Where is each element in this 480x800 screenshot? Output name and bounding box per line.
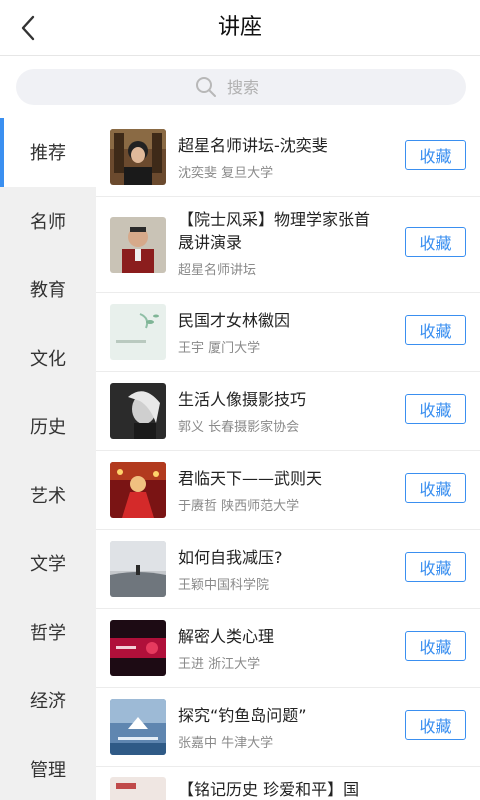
lecture-subtitle: 王颖中国科学院 <box>178 578 270 593</box>
lecture-row[interactable]: 民国才女林徽因 王宇 厦门大学 收藏 <box>96 293 480 372</box>
lecture-title: 【铭记历史 珍爱和平】国 <box>178 780 360 799</box>
category-label: 艺术 <box>30 485 66 507</box>
lecture-thumbnail <box>110 383 166 439</box>
category-label: 教育 <box>30 280 66 302</box>
category-label: 文化 <box>30 348 66 370</box>
category-sidebar: 推荐 名师 教育 文化 历史 艺术 文学 哲学 经济 管理 <box>0 118 96 800</box>
lecture-title: 民国才女林徽因 <box>178 311 291 330</box>
lecture-thumbnail <box>110 620 166 676</box>
lecture-row[interactable]: 【院士风采】物理学家张首晟讲演录 超星名师讲坛 收藏 <box>96 197 480 293</box>
lecture-title: 超星名师讲坛-沈奕斐 <box>178 136 328 155</box>
category-label: 历史 <box>30 417 66 439</box>
lecture-row[interactable]: 【铭记历史 珍爱和平】国 <box>96 767 480 800</box>
page-title: 讲座 <box>217 15 262 40</box>
lecture-thumbnail <box>110 129 166 185</box>
category-item-economics[interactable]: 经济 <box>0 666 96 735</box>
category-item-history[interactable]: 历史 <box>0 392 96 461</box>
lecture-thumbnail <box>110 699 166 755</box>
category-label: 哲学 <box>30 622 66 644</box>
lecture-thumbnail <box>110 462 166 518</box>
app-header: 讲座 <box>0 0 480 56</box>
favorite-button[interactable]: 收藏 <box>405 473 466 503</box>
lecture-subtitle: 超星名师讲坛 <box>178 263 257 278</box>
lecture-row[interactable]: 探究“钓鱼岛问题” 张嘉中 牛津大学 收藏 <box>96 688 480 767</box>
lecture-row[interactable]: 如何自我减压? 王颖中国科学院 收藏 <box>96 530 480 609</box>
lecture-title: 【院士风采】物理学家张首晟讲演录 <box>178 210 371 252</box>
category-item-education[interactable]: 教育 <box>0 255 96 324</box>
category-item-literature[interactable]: 文学 <box>0 529 96 598</box>
lecture-title: 如何自我减压? <box>178 548 283 567</box>
lecture-subtitle: 沈奕斐 复旦大学 <box>178 166 274 181</box>
lecture-thumbnail <box>110 217 166 273</box>
category-item-recommended[interactable]: 推荐 <box>0 118 96 187</box>
category-label: 经济 <box>30 691 66 713</box>
lecture-subtitle: 张嘉中 牛津大学 <box>178 736 274 751</box>
category-label: 文学 <box>30 554 66 576</box>
search-icon <box>195 76 217 98</box>
category-item-art[interactable]: 艺术 <box>0 461 96 530</box>
favorite-button[interactable]: 收藏 <box>405 140 466 170</box>
category-item-philosophy[interactable]: 哲学 <box>0 598 96 667</box>
category-label: 管理 <box>30 759 66 781</box>
lecture-thumbnail <box>110 777 166 800</box>
lecture-title: 解密人类心理 <box>178 627 275 646</box>
category-item-famous-teachers[interactable]: 名师 <box>0 187 96 256</box>
category-item-management[interactable]: 管理 <box>0 735 96 800</box>
lecture-subtitle: 郭义 长春摄影家协会 <box>178 420 300 435</box>
favorite-button[interactable]: 收藏 <box>405 227 466 257</box>
favorite-button[interactable]: 收藏 <box>405 631 466 661</box>
category-label: 推荐 <box>30 143 66 165</box>
search-input[interactable] <box>227 77 287 97</box>
favorite-button[interactable]: 收藏 <box>405 552 466 582</box>
lecture-title: 探究“钓鱼岛问题” <box>178 706 307 725</box>
lecture-list: 超星名师讲坛-沈奕斐 沈奕斐 复旦大学 收藏 【院士风采】物理学家张首晟讲演录 … <box>96 118 480 800</box>
lecture-subtitle: 王宇 厦门大学 <box>178 341 261 356</box>
search-box[interactable] <box>16 69 466 105</box>
lecture-title: 君临天下——武则天 <box>178 469 323 488</box>
favorite-button[interactable]: 收藏 <box>405 710 466 740</box>
lecture-thumbnail <box>110 541 166 597</box>
lecture-thumbnail <box>110 304 166 360</box>
lecture-row[interactable]: 君临天下——武则天 于赓哲 陕西师范大学 收藏 <box>96 451 480 530</box>
category-item-culture[interactable]: 文化 <box>0 324 96 393</box>
lecture-title: 生活人像摄影技巧 <box>178 390 307 409</box>
lecture-row[interactable]: 超星名师讲坛-沈奕斐 沈奕斐 复旦大学 收藏 <box>96 118 480 197</box>
lecture-row[interactable]: 解密人类心理 王进 浙江大学 收藏 <box>96 609 480 688</box>
lecture-subtitle: 王进 浙江大学 <box>178 657 261 672</box>
favorite-button[interactable]: 收藏 <box>405 394 466 424</box>
search-bar <box>0 56 480 118</box>
lecture-subtitle: 于赓哲 陕西师范大学 <box>178 499 300 514</box>
category-label: 名师 <box>30 211 66 233</box>
favorite-button[interactable]: 收藏 <box>405 315 466 345</box>
lecture-row[interactable]: 生活人像摄影技巧 郭义 长春摄影家协会 收藏 <box>96 372 480 451</box>
